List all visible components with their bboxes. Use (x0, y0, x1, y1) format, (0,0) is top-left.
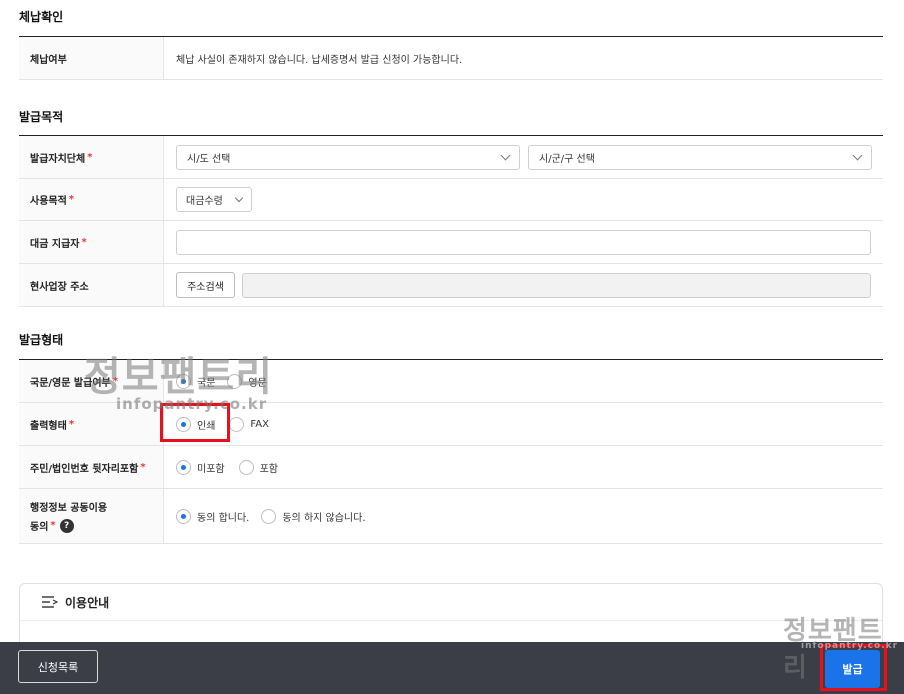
watermark-url: infopantry.co.kr (116, 395, 268, 413)
use-purpose-select[interactable]: 대금수령 (176, 187, 252, 212)
chevron-down-icon (234, 193, 244, 203)
required-mark: * (87, 151, 93, 163)
radio-dot (238, 459, 254, 475)
payer-label: 대금 지급자 (30, 238, 80, 250)
radio-include[interactable]: 포함 (238, 459, 278, 475)
section-title-payment-check: 체납확인 (19, 10, 64, 24)
sigungu-select[interactable]: 시/군/구 선택 (528, 144, 872, 170)
required-mark: * (50, 520, 56, 531)
authority-label: 발급자치단체 (30, 153, 86, 165)
bottom-action-bar: 신청목록 발급 (0, 642, 904, 694)
authority-row: 발급자치단체 * 시/도 선택 시/군/구 선택 (19, 136, 883, 179)
site-address-row: 현사업장 주소 주소검색 (19, 264, 883, 307)
use-purpose-row: 사용목적 * 대금수령 (19, 179, 883, 221)
consent-label-line1: 행정정보 공동이용 (30, 503, 108, 514)
radio-exclude[interactable]: 미포함 (176, 459, 225, 475)
site-address-label: 현사업장 주소 (19, 264, 164, 306)
radio-fax[interactable]: FAX (229, 416, 269, 432)
payer-input[interactable] (176, 229, 871, 255)
section-title-form: 발급형태 (19, 333, 64, 347)
id-suffix-label: 주민/법인번호 뒷자리포함 (30, 463, 139, 475)
id-suffix-row: 주민/법인번호 뒷자리포함 * 미포함 포함 (19, 446, 883, 489)
required-mark: * (140, 461, 146, 473)
radio-dot (261, 508, 277, 524)
guide-title: 이용안내 (65, 595, 110, 610)
payment-status-row: 체납여부 체납 사실이 존재하지 않습니다. 납세증명서 발급 신청이 가능합니… (19, 37, 883, 80)
use-purpose-value: 대금수령 (186, 196, 223, 207)
payment-status-label: 체납여부 (19, 37, 164, 79)
chevron-down-icon (852, 150, 863, 161)
watermark-logo: 정보팬트리 (84, 354, 273, 400)
consent-label-line2: 동의 (30, 522, 49, 533)
payment-status-value: 체납 사실이 존재하지 않습니다. 납세증명서 발급 신청이 가능합니다. (176, 54, 463, 66)
section-title-purpose: 발급목적 (19, 110, 64, 124)
purpose-table: 발급자치단체 * 시/도 선택 시/군/구 선택 사용목적 * 대금수령 대금 지급… (19, 135, 883, 307)
radio-dot (176, 459, 191, 475)
payer-row: 대금 지급자 * (19, 221, 883, 264)
use-purpose-label: 사용목적 (30, 196, 67, 207)
watermark-url-corner: infopantry.co.kr (801, 641, 899, 651)
required-mark: * (68, 418, 75, 430)
application-list-button[interactable]: 신청목록 (18, 650, 98, 683)
address-field (242, 272, 871, 298)
help-icon[interactable]: ? (59, 518, 74, 533)
address-search-button[interactable]: 주소검색 (176, 272, 235, 298)
consent-row: 행정정보 공동이용 동의 * ? 동의 합니다. 동의 하지 않습니다. (19, 489, 883, 544)
radio-dot (176, 508, 191, 524)
radio-dot (229, 416, 245, 432)
list-icon (42, 596, 58, 608)
chevron-down-icon (500, 150, 511, 161)
output-label: 출력형태 (30, 420, 67, 432)
sido-select-value: 시/도 선택 (187, 153, 231, 165)
radio-agree[interactable]: 동의 합니다. (176, 508, 249, 524)
required-mark: * (81, 236, 87, 248)
required-mark: * (68, 194, 75, 205)
payment-check-table: 체납여부 체납 사실이 존재하지 않습니다. 납세증명서 발급 신청이 가능합니… (19, 36, 883, 80)
radio-disagree[interactable]: 동의 하지 않습니다. (261, 508, 366, 524)
sigungu-select-value: 시/군/구 선택 (539, 153, 595, 165)
sido-select[interactable]: 시/도 선택 (176, 144, 520, 170)
